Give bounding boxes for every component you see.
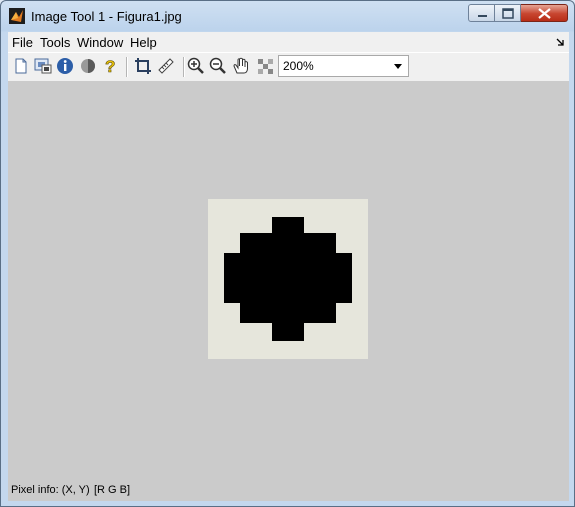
menu-file[interactable]: File [12,35,33,50]
zoom-out-icon[interactable] [208,56,228,76]
crop-icon[interactable] [133,56,153,76]
new-figure-icon[interactable] [11,56,31,76]
status-bar: Pixel info: (X, Y) [R G B] [8,482,569,501]
minimize-button[interactable] [468,4,495,22]
window-title: Image Tool 1 - Figura1.jpg [31,9,182,24]
zoom-level-select[interactable]: 200% [278,55,409,77]
figura1-image [208,199,368,359]
maximize-button[interactable] [495,4,521,22]
menu-tools[interactable]: Tools [40,35,70,50]
measure-distance-icon[interactable] [156,56,176,76]
zoom-level-value: 200% [283,59,314,73]
black-blob-shape [224,217,352,341]
toolbar-separator [183,57,185,77]
pan-hand-icon[interactable] [231,56,251,76]
toolbar-separator [126,57,128,77]
contrast-icon[interactable] [78,56,98,76]
info-icon[interactable] [55,56,75,76]
svg-text:?: ? [105,57,115,76]
client-area: File Tools Window Help ? 200% Pixel info… [8,32,569,501]
matlab-logo-icon [9,8,25,24]
help-icon[interactable]: ? [100,56,120,77]
close-button[interactable] [521,4,568,22]
pixel-value-readout: [R G B] [94,484,131,496]
menu-bar: File Tools Window Help [8,32,569,52]
title-bar[interactable]: Image Tool 1 - Figura1.jpg [1,1,574,31]
menu-window[interactable]: Window [77,35,123,50]
pixel-info-label: Pixel info: (X, Y) [11,484,90,496]
image-canvas[interactable] [8,81,569,482]
menu-help[interactable]: Help [130,35,157,50]
pixel-region-icon[interactable] [255,56,275,76]
zoom-in-icon[interactable] [186,56,206,76]
dock-arrow-icon[interactable] [555,35,565,47]
dropdown-arrow-icon[interactable] [394,64,402,69]
toolbar: ? 200% [8,52,569,82]
image-overview-icon[interactable] [33,56,53,76]
image-tool-window: Image Tool 1 - Figura1.jpg File Tools Wi… [0,0,575,507]
